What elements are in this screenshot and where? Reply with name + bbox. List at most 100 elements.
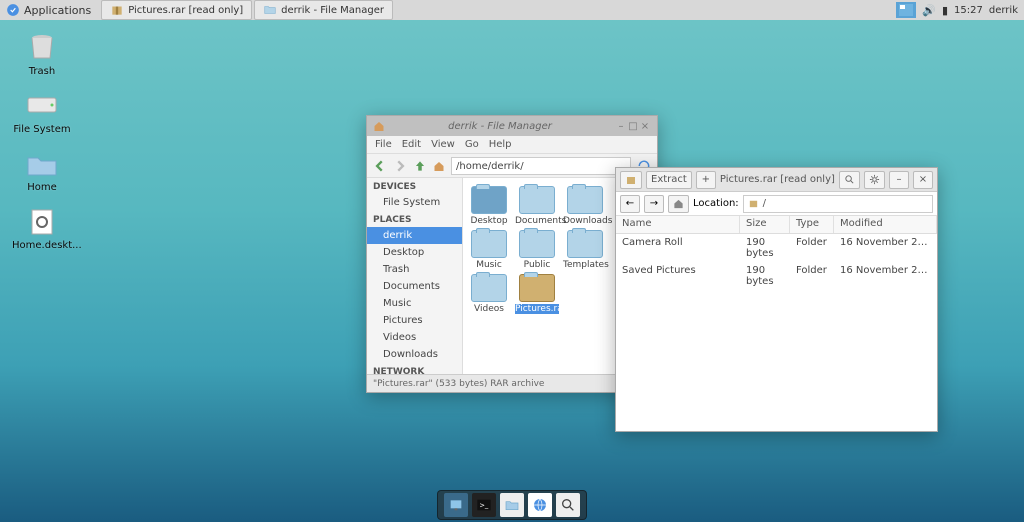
- home-icon: [673, 198, 684, 209]
- ar-title: Pictures.rar [read only]: [720, 174, 835, 185]
- sidebar-item-derrik[interactable]: derrik: [367, 227, 462, 244]
- sidebar-header-network: NETWORK: [367, 363, 462, 374]
- ar-column-headers[interactable]: Name Size Type Modified: [616, 216, 937, 234]
- menu-view[interactable]: View: [431, 139, 455, 150]
- folder-icon: [263, 3, 277, 17]
- dock-terminal[interactable]: >_: [472, 493, 496, 517]
- desktop-icon-label: Home.deskt...: [12, 240, 72, 251]
- dock-app-finder[interactable]: [556, 493, 580, 517]
- sidebar-item-downloads[interactable]: Downloads: [367, 346, 462, 363]
- file-music[interactable]: Music: [467, 230, 511, 270]
- archive-small-icon: [748, 198, 759, 209]
- file-downloads[interactable]: Downloads: [563, 186, 607, 226]
- menu-help[interactable]: Help: [489, 139, 512, 150]
- desktop-icon-home[interactable]: Home: [12, 148, 72, 193]
- task-label: Pictures.rar [read only]: [128, 5, 243, 16]
- user-menu[interactable]: derrik: [989, 5, 1018, 16]
- minimize-button[interactable]: –: [889, 171, 909, 189]
- maximize-button[interactable]: □: [627, 121, 639, 132]
- sidebar-header-places: PLACES: [367, 211, 462, 227]
- dock-show-desktop[interactable]: [444, 493, 468, 517]
- applications-menu[interactable]: Applications: [0, 3, 97, 17]
- fm-toolbar: /home/derrik/: [367, 154, 657, 178]
- back-icon[interactable]: [373, 159, 387, 173]
- fm-statusbar: "Pictures.rar" (533 bytes) RAR archive: [367, 374, 657, 392]
- desktop-icon-label: File System: [12, 124, 72, 135]
- cell-modified: 16 November 2018,...: [834, 264, 937, 288]
- desktop-icon-filesystem[interactable]: File System: [12, 90, 72, 135]
- location-label: Location:: [693, 198, 739, 209]
- nav-forward-button[interactable]: →: [644, 195, 664, 213]
- home-icon[interactable]: [433, 160, 445, 172]
- file-pictures-rar[interactable]: Pictures.rar: [515, 274, 559, 314]
- cell-name: Saved Pictures: [616, 264, 740, 288]
- sidebar-item-filesystem[interactable]: File System: [367, 194, 462, 211]
- ar-titlebar[interactable]: Extract + Pictures.rar [read only] – ×: [616, 168, 937, 192]
- home-icon: [373, 120, 385, 132]
- file-templates[interactable]: Templates: [563, 230, 607, 270]
- sidebar-item-pictures[interactable]: Pictures: [367, 312, 462, 329]
- close-button[interactable]: ×: [913, 171, 933, 189]
- clock[interactable]: 15:27: [954, 5, 983, 16]
- add-files-button[interactable]: +: [696, 171, 716, 189]
- cell-modified: 16 November 2018,...: [834, 236, 937, 260]
- forward-icon[interactable]: [393, 159, 407, 173]
- file-desktop[interactable]: Desktop: [467, 186, 511, 226]
- extract-button[interactable]: Extract: [646, 171, 692, 189]
- table-row[interactable]: Camera Roll 190 bytes Folder 16 November…: [616, 234, 937, 262]
- file-documents[interactable]: Documents: [515, 186, 559, 226]
- sidebar-item-music[interactable]: Music: [367, 295, 462, 312]
- col-size[interactable]: Size: [740, 216, 790, 233]
- dock-file-manager[interactable]: [500, 493, 524, 517]
- col-name[interactable]: Name: [616, 216, 740, 233]
- search-icon: [844, 174, 855, 185]
- location-bar[interactable]: /home/derrik/: [451, 157, 631, 175]
- dock: >_: [437, 490, 587, 520]
- search-icon: [560, 497, 576, 513]
- ar-location-bar[interactable]: /: [743, 195, 933, 213]
- file-videos[interactable]: Videos: [467, 274, 511, 314]
- menu-go[interactable]: Go: [465, 139, 479, 150]
- ar-location-value: /: [763, 195, 766, 213]
- settings-file-icon: [24, 206, 60, 236]
- sidebar-item-desktop[interactable]: Desktop: [367, 244, 462, 261]
- ar-navbar: ← → Location: /: [616, 192, 937, 216]
- archive-window: Extract + Pictures.rar [read only] – × ←…: [615, 167, 938, 432]
- dock-web-browser[interactable]: [528, 493, 552, 517]
- menu-edit[interactable]: Edit: [402, 139, 421, 150]
- desktop-icon-homedesktop[interactable]: Home.deskt...: [12, 206, 72, 251]
- desktop-icon: [448, 497, 464, 513]
- search-button[interactable]: [839, 171, 860, 189]
- cell-type: Folder: [790, 264, 834, 288]
- menu-file[interactable]: File: [375, 139, 392, 150]
- cell-name: Camera Roll: [616, 236, 740, 260]
- nav-back-button[interactable]: ←: [620, 195, 640, 213]
- sidebar-item-trash[interactable]: Trash: [367, 261, 462, 278]
- gear-icon: [869, 174, 880, 185]
- file-public[interactable]: Public: [515, 230, 559, 270]
- cell-type: Folder: [790, 236, 834, 260]
- task-filemanager[interactable]: derrik - File Manager: [254, 0, 393, 20]
- sidebar-item-documents[interactable]: Documents: [367, 278, 462, 295]
- tray-battery-icon[interactable]: ▮: [942, 4, 948, 17]
- archive-open-button[interactable]: [620, 171, 642, 189]
- cell-size: 190 bytes: [740, 264, 790, 288]
- col-modified[interactable]: Modified: [834, 216, 937, 233]
- col-type[interactable]: Type: [790, 216, 834, 233]
- fm-titlebar[interactable]: derrik - File Manager – □ ×: [367, 116, 657, 136]
- menu-button[interactable]: [864, 171, 885, 189]
- up-icon[interactable]: [413, 159, 427, 173]
- fm-title: derrik - File Manager: [448, 121, 552, 132]
- workspace-switcher[interactable]: [896, 2, 916, 18]
- close-button[interactable]: ×: [639, 121, 651, 132]
- task-archive[interactable]: Pictures.rar [read only]: [101, 0, 252, 20]
- folder-icon: [504, 497, 520, 513]
- minimize-button[interactable]: –: [615, 121, 627, 132]
- tray-audio-icon[interactable]: 🔊: [922, 4, 936, 17]
- taskbar: Pictures.rar [read only] derrik - File M…: [101, 0, 393, 20]
- applications-label: Applications: [24, 4, 91, 17]
- table-row[interactable]: Saved Pictures 190 bytes Folder 16 Novem…: [616, 262, 937, 290]
- nav-up-button[interactable]: [668, 195, 689, 213]
- sidebar-item-videos[interactable]: Videos: [367, 329, 462, 346]
- desktop-icon-trash[interactable]: Trash: [12, 32, 72, 77]
